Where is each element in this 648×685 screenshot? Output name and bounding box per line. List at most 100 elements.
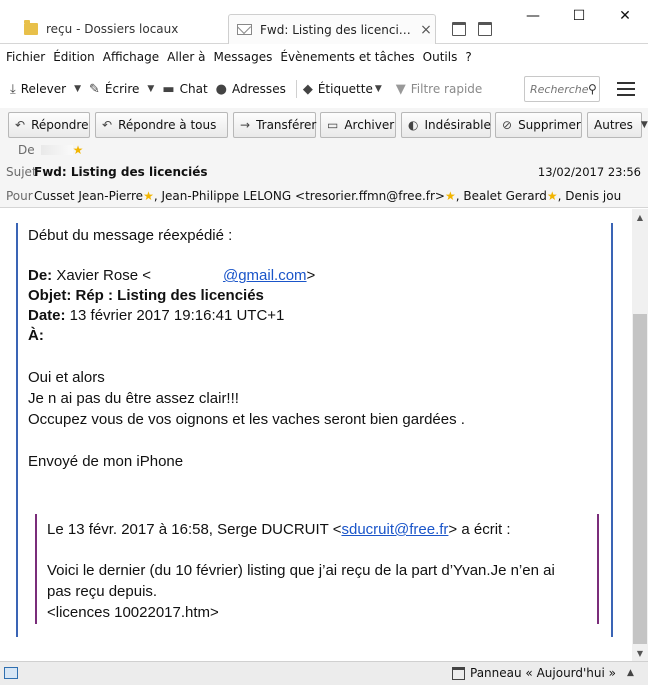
date-value: 13 février 2017 19:16:41 UTC+1 (65, 307, 285, 324)
vertical-scrollbar[interactable]: ▲ ▼ (632, 209, 648, 661)
address-label: Adresses (232, 82, 286, 96)
tag-button[interactable]: ◆ Étiquette ▼ (301, 76, 394, 102)
body-line: Occupez vous de vos oignons et les vache… (28, 411, 465, 428)
date-label: Date: (28, 307, 66, 324)
to-label: À: (28, 327, 44, 344)
app-menu-icon[interactable] (614, 80, 638, 98)
today-pane-toggle[interactable]: Panneau « Aujourd'hui » ▲ (452, 666, 634, 680)
menu-edition[interactable]: Édition (53, 50, 95, 64)
star-icon[interactable]: ★ (547, 189, 558, 203)
menu-affichage[interactable]: Affichage (103, 50, 159, 64)
attribution-start: Le 13 févr. 2017 à 16:58, Serge DUCRUIT … (47, 521, 342, 538)
attribution-email-link[interactable]: sducruit@free.fr (341, 521, 448, 538)
attribution-end: > a écrit : (448, 521, 511, 538)
reply-label: Répondre (31, 118, 89, 132)
chat-button[interactable]: ▬ Chat (160, 76, 213, 102)
quoted-message: Le 13 févr. 2017 à 16:58, Serge DUCRUIT … (35, 514, 599, 624)
reply-all-button[interactable]: ↶ Répondre à tous (95, 112, 228, 138)
quote-line: Voici le dernier (du 10 février) listing… (47, 562, 555, 579)
close-tab-icon[interactable]: × (417, 22, 435, 38)
search-input[interactable] (530, 82, 588, 96)
delete-label: Supprimer (518, 118, 581, 132)
junk-button[interactable]: ◐ Indésirable (401, 112, 491, 138)
maximize-button[interactable]: ☐ (556, 0, 602, 32)
minimize-button[interactable]: — (510, 0, 556, 32)
from-label: De: (28, 267, 53, 284)
tab-message[interactable]: Fwd: Listing des licenciés ... × (228, 14, 436, 44)
menu-outils[interactable]: Outils (423, 50, 458, 64)
message-header: ↶ Répondre ↶ Répondre à tous → Transfére… (0, 108, 648, 208)
search-icon[interactable]: ⚲ (588, 82, 597, 96)
star-icon[interactable]: ★ (73, 143, 84, 157)
forward-to: À: (28, 327, 44, 344)
search-box[interactable]: ⚲ (524, 76, 600, 102)
junk-label: Indésirable (424, 118, 491, 132)
archive-button[interactable]: ▭ Archiver (320, 112, 396, 138)
menu-evenements[interactable]: Évènements et tâches (280, 50, 414, 64)
reply-icon: ↶ (15, 118, 26, 132)
forwarded-message: Début du message réexpédié : De: Xavier … (16, 223, 613, 637)
junk-icon: ◐ (408, 118, 419, 132)
chevron-up-icon: ▲ (627, 668, 634, 678)
subject-value: Fwd: Listing des licenciés (34, 165, 208, 179)
scroll-thumb[interactable] (633, 314, 647, 644)
from-close: > (306, 267, 316, 284)
recipient[interactable]: , Bealet Gerard (456, 189, 547, 203)
other-dropdown-icon: ▼ (640, 120, 648, 130)
tag-icon: ◆ (302, 81, 313, 97)
star-icon[interactable]: ★ (445, 189, 456, 203)
from-email-link[interactable]: @gmail.com (223, 267, 307, 284)
forward-subject: Objet: Rép : Listing des licenciés (28, 287, 264, 304)
status-bar: Panneau « Aujourd'hui » ▲ (0, 661, 648, 685)
menu-aller[interactable]: Aller à (167, 50, 205, 64)
archive-icon: ▭ (327, 118, 339, 132)
recipient[interactable]: , Jean-Philippe LELONG <tresorier.ffmn@f… (154, 189, 445, 203)
tag-label: Étiquette (317, 82, 373, 96)
menu-help[interactable]: ? (465, 50, 471, 64)
recipient[interactable]: Cusset Jean-Pierre (34, 189, 143, 203)
scroll-up-icon[interactable]: ▲ (632, 209, 648, 225)
reply-button[interactable]: ↶ Répondre (8, 112, 90, 138)
tasks-icon[interactable] (478, 22, 492, 36)
menu-messages[interactable]: Messages (214, 50, 273, 64)
from-row: De ★ (0, 140, 648, 160)
quick-filter-button[interactable]: ▼ Filtre rapide (394, 76, 489, 102)
scroll-down-icon[interactable]: ▼ (632, 645, 648, 661)
menu-fichier[interactable]: Fichier (6, 50, 45, 64)
calendar-icon (452, 666, 465, 680)
reply-all-label: Répondre à tous (118, 118, 217, 132)
forward-date: Date: 13 février 2017 19:16:41 UTC+1 (28, 307, 284, 324)
delete-button[interactable]: ⊘ Supprimer (495, 112, 582, 138)
from-sender-redacted[interactable] (40, 145, 73, 155)
subject-row: Sujet Fwd: Listing des licenciés 13/02/2… (0, 162, 648, 182)
signature: Envoyé de mon iPhone (28, 453, 184, 470)
forward-icon: → (240, 118, 251, 132)
message-date: 13/02/2017 23:56 (537, 165, 641, 179)
write-button[interactable]: ✎ Écrire (87, 76, 145, 102)
delete-icon: ⊘ (502, 118, 513, 132)
quick-filter-label: Filtre rapide (410, 82, 483, 96)
body-line: Oui et alors (28, 369, 105, 386)
person-icon: ● (215, 81, 228, 97)
recipient[interactable]: , Denis jou (558, 189, 622, 203)
get-mail-button[interactable]: ⤓ Relever (8, 76, 72, 102)
calendar-icon[interactable] (452, 22, 466, 36)
folder-icon (24, 20, 38, 35)
chat-label: Chat (179, 82, 208, 96)
forward-button[interactable]: → Transférer (233, 112, 316, 138)
star-icon[interactable]: ★ (143, 189, 154, 203)
archive-label: Archiver (344, 118, 395, 132)
menu-bar: Fichier Édition Affichage Aller à Messag… (0, 45, 648, 69)
from-label: De (18, 143, 35, 157)
message-body: Début du message réexpédié : De: Xavier … (0, 209, 632, 661)
tab-received-folder[interactable]: reçu - Dossiers locaux (0, 14, 228, 44)
get-mail-dropdown-icon[interactable]: ▼ (74, 84, 81, 94)
close-button[interactable]: ✕ (602, 0, 648, 32)
attachment-reference: <licences 10022017.htm> (47, 604, 219, 621)
address-book-button[interactable]: ● Adresses (214, 76, 292, 102)
subject-label: Sujet (6, 165, 37, 179)
envelope-icon (237, 24, 252, 35)
other-actions-button[interactable]: Autres ▼ (587, 112, 648, 138)
online-status-icon[interactable] (4, 667, 18, 679)
write-dropdown-icon[interactable]: ▼ (147, 84, 154, 94)
